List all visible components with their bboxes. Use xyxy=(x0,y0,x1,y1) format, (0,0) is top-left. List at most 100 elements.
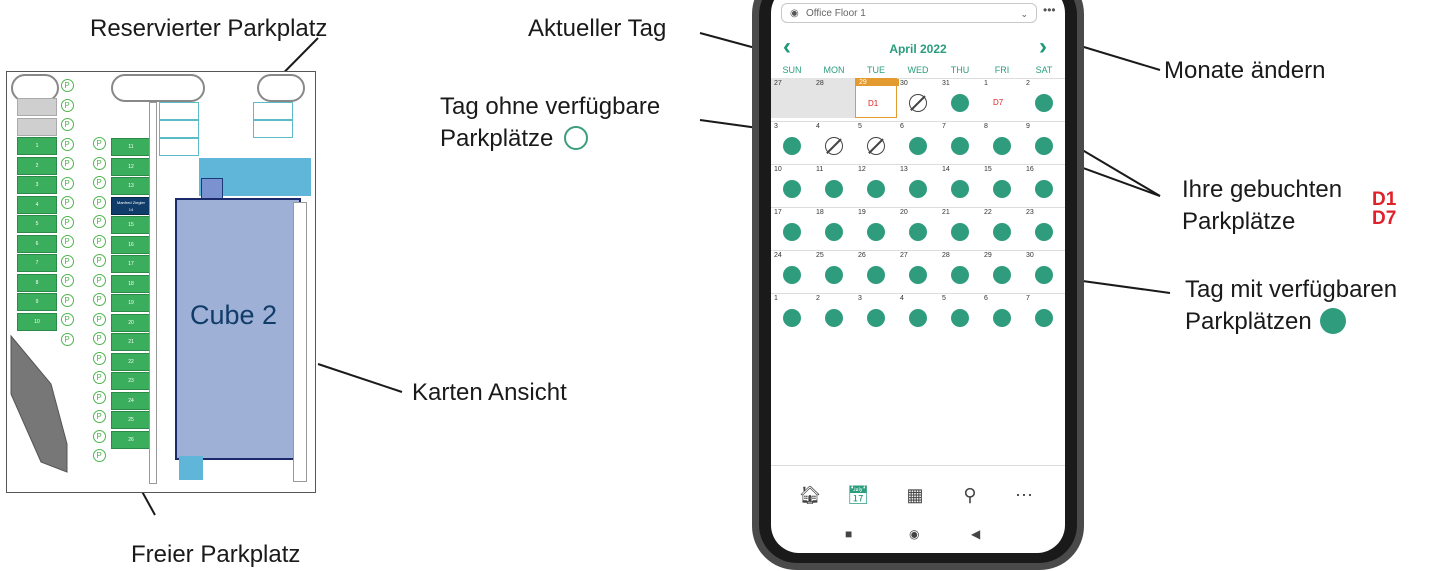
calendar-day[interactable]: 11 xyxy=(813,164,855,204)
calendar-day[interactable]: 27 xyxy=(897,250,939,290)
weekday-label: SUN xyxy=(782,65,802,75)
home-icon[interactable]: 🏠︎ xyxy=(797,485,823,506)
calendar-day[interactable]: 5 xyxy=(939,293,981,333)
available-indicator xyxy=(951,223,969,241)
calendar-day[interactable]: 4 xyxy=(813,121,855,161)
parking-slot: 12 xyxy=(111,157,151,176)
home-button-icon[interactable]: ◉ xyxy=(909,527,919,541)
calendar-day[interactable]: 3 xyxy=(855,293,897,333)
empty-slot xyxy=(253,102,293,120)
day-number: 15 xyxy=(984,166,992,173)
calendar-day[interactable]: 3 xyxy=(771,121,813,161)
calendar-day[interactable]: 15 xyxy=(981,164,1023,204)
recent-apps-icon[interactable]: ■ xyxy=(845,527,852,541)
calendar-day[interactable]: 28 xyxy=(813,78,855,118)
calendar-day[interactable]: 18 xyxy=(813,207,855,247)
calendar-day[interactable]: 12 xyxy=(855,164,897,204)
ev-charging-icon: P xyxy=(91,390,107,406)
calendar-day[interactable]: 29 D1 xyxy=(855,78,899,118)
calendar-day[interactable]: 1 D7 xyxy=(981,78,1023,118)
calendar-day[interactable]: 14 xyxy=(939,164,981,204)
calendar-day[interactable]: 29 xyxy=(981,250,1023,290)
location-value: Office Floor 1 xyxy=(806,8,866,19)
calendar-day[interactable]: 27 xyxy=(771,78,813,118)
weekday-label: TUE xyxy=(867,65,885,75)
parking-slot: 24 xyxy=(111,391,151,410)
available-indicator xyxy=(951,180,969,198)
calendar-day[interactable]: 9 xyxy=(1023,121,1065,161)
day-number: 29 xyxy=(984,252,992,259)
day-number: 16 xyxy=(1026,166,1034,173)
day-number: 5 xyxy=(858,123,862,130)
calendar-day[interactable]: 31 xyxy=(939,78,981,118)
ev-charging-icon: P xyxy=(91,331,107,347)
search-icon[interactable]: ⚲ xyxy=(957,485,983,506)
calendar-day[interactable]: 10 xyxy=(771,164,813,204)
day-number: 6 xyxy=(900,123,904,130)
no-available-label-1: Tag ohne verfügbare xyxy=(440,93,661,120)
calendar-day[interactable]: 25 xyxy=(813,250,855,290)
parking-slot xyxy=(17,117,57,136)
calendar-day[interactable]: 28 xyxy=(939,250,981,290)
calendar-day[interactable]: 2 xyxy=(813,293,855,333)
calendar-day[interactable]: 1 xyxy=(771,293,813,333)
available-indicator xyxy=(909,137,927,155)
tabbar-divider xyxy=(771,465,1065,466)
parking-slot: 10 xyxy=(17,312,57,331)
calendar-day[interactable]: 16 xyxy=(1023,164,1065,204)
calendar-day[interactable]: 2 xyxy=(1023,78,1065,118)
ev-charging-icon: P xyxy=(91,136,107,152)
calendar-day[interactable]: 17 xyxy=(771,207,813,247)
menu-dots-icon[interactable]: ••• xyxy=(1043,3,1056,17)
calendar-day[interactable]: 23 xyxy=(1023,207,1065,247)
ev-charging-icon: P xyxy=(91,429,107,445)
available-indicator xyxy=(909,180,927,198)
available-indicator xyxy=(909,266,927,284)
day-number: 28 xyxy=(816,80,824,87)
building-base xyxy=(179,456,203,480)
calendar-day[interactable]: 13 xyxy=(897,164,939,204)
parking-slot: 7 xyxy=(17,254,57,272)
day-number: 6 xyxy=(984,295,988,302)
ev-charging-icon: P xyxy=(91,156,107,172)
qr-code-icon[interactable]: ▦ xyxy=(902,485,928,506)
calendar-day[interactable]: 21 xyxy=(939,207,981,247)
calendar-day[interactable]: 6 xyxy=(897,121,939,161)
calendar-day[interactable]: 4 xyxy=(897,293,939,333)
ev-charging-icon: P xyxy=(91,253,107,269)
calendar-day[interactable]: 8 xyxy=(981,121,1023,161)
divider-wall xyxy=(149,102,157,484)
more-icon[interactable]: ⋯ xyxy=(1011,485,1037,506)
calendar-day[interactable]: 24 xyxy=(771,250,813,290)
day-number: 22 xyxy=(984,209,992,216)
calendar-day[interactable]: 20 xyxy=(897,207,939,247)
available-indicator xyxy=(783,223,801,241)
available-indicator xyxy=(783,137,801,155)
day-number: 25 xyxy=(816,252,824,259)
calendar-day[interactable]: 30 xyxy=(1023,250,1065,290)
calendar-day[interactable]: 30 xyxy=(897,78,939,118)
available-indicator xyxy=(951,309,969,327)
calendar-day[interactable]: 6 xyxy=(981,293,1023,333)
calendar-day[interactable]: 22 xyxy=(981,207,1023,247)
day-number: 7 xyxy=(942,123,946,130)
calendar-day[interactable]: 19 xyxy=(855,207,897,247)
parking-slot: 4 xyxy=(17,195,57,214)
calendar-day[interactable]: 26 xyxy=(855,250,897,290)
calendar-icon[interactable]: 📅︎ xyxy=(845,485,871,506)
location-selector[interactable]: ◉ Office Floor 1 ⌄ xyxy=(781,3,1037,23)
calendar-day[interactable]: 7 xyxy=(939,121,981,161)
calendar-day[interactable]: 7 xyxy=(1023,293,1065,333)
day-number: 1 xyxy=(774,295,778,302)
back-icon[interactable]: ◀ xyxy=(971,527,980,541)
map-view-label: Karten Ansicht xyxy=(412,379,567,406)
calendar-day[interactable]: 5 xyxy=(855,121,897,161)
day-number: 27 xyxy=(774,80,782,87)
ev-charging-icon: P xyxy=(59,176,75,192)
day-number: 2 xyxy=(1026,80,1030,87)
available-indicator xyxy=(1035,309,1053,327)
next-month-button[interactable]: › xyxy=(1039,35,1047,59)
ramp xyxy=(10,334,68,473)
booked-label-2: Parkplätze xyxy=(1182,208,1296,235)
available-legend-icon xyxy=(1320,308,1347,334)
